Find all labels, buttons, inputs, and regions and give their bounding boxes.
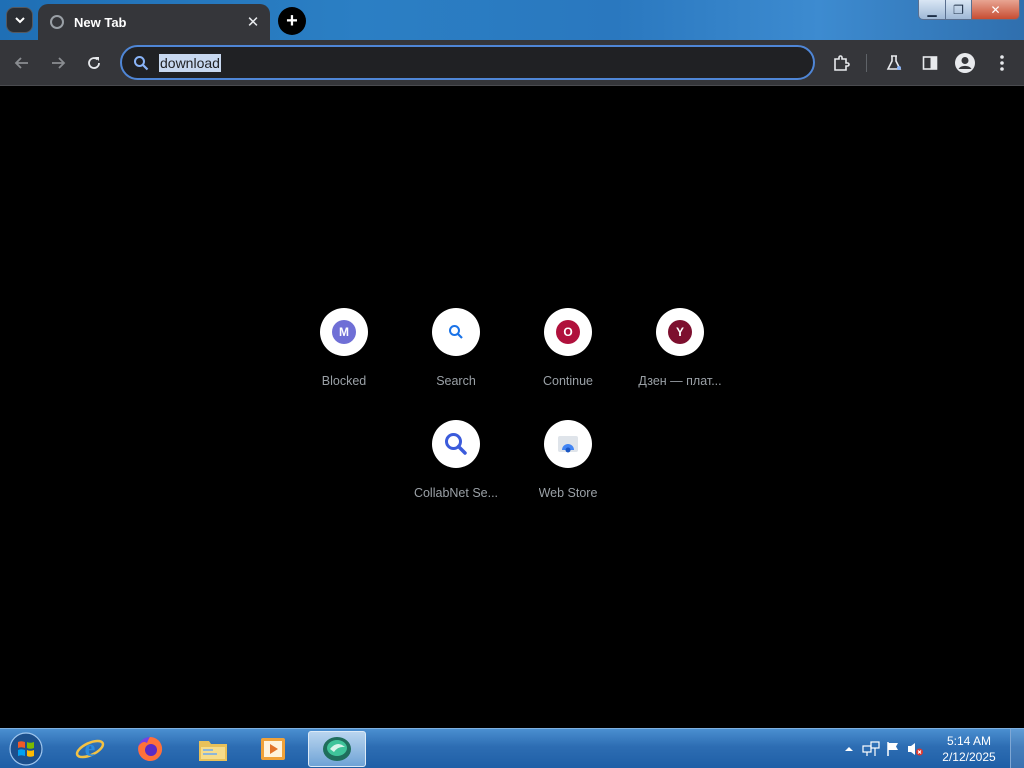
chevron-up-icon — [845, 747, 853, 751]
system-tray: 5:14 AM 2/12/2025 — [838, 729, 1024, 768]
show-desktop-button[interactable] — [1010, 729, 1024, 768]
puzzle-icon — [834, 55, 850, 71]
reload-button[interactable] — [81, 50, 107, 76]
shortcut-label: Дзен — плат... — [638, 374, 722, 388]
system-clock[interactable]: 5:14 AM 2/12/2025 — [934, 733, 1004, 765]
shortcut-label: Blocked — [321, 374, 367, 388]
side-panel-icon — [922, 56, 938, 70]
shortcut-label: Search — [436, 374, 476, 388]
media-player-icon — [261, 738, 285, 760]
close-window-button[interactable]: ✕ — [971, 0, 1019, 19]
show-hidden-icons-button[interactable] — [838, 738, 860, 760]
windows-logo-icon — [9, 732, 43, 766]
letter-m-icon: M — [332, 320, 356, 344]
letter-y-icon: Y — [668, 320, 692, 344]
tab-search-button[interactable] — [6, 7, 33, 33]
shortcut-icon-circle — [544, 420, 592, 468]
more-vert-icon — [1000, 55, 1004, 71]
screen: New Tab ✕ + ▁ ❐ ✕ download M Blocked Sea… — [0, 0, 1024, 768]
avatar-icon — [955, 53, 975, 73]
search-icon — [445, 433, 467, 455]
toolbar-divider — [866, 54, 867, 72]
minimize-button[interactable]: ▁ — [919, 0, 945, 19]
letter-o-icon: O — [556, 320, 580, 344]
labs-button[interactable] — [881, 50, 907, 76]
clock-date: 2/12/2025 — [942, 750, 996, 764]
menu-button[interactable] — [989, 50, 1015, 76]
forward-button[interactable] — [45, 50, 71, 76]
active-app-icon — [323, 737, 351, 761]
address-bar-text[interactable]: download — [159, 53, 221, 72]
shortcut-icon-circle: Y — [656, 308, 704, 356]
start-button[interactable] — [6, 730, 46, 768]
taskbar-internet-explorer[interactable]: e — [62, 731, 118, 767]
back-button[interactable] — [9, 50, 35, 76]
restore-button[interactable]: ❐ — [945, 0, 971, 19]
taskbar-media-player[interactable] — [245, 731, 301, 767]
restore-icon: ❐ — [953, 2, 964, 17]
search-icon — [131, 53, 151, 73]
taskbar-active-app[interactable] — [308, 731, 366, 767]
extensions-button[interactable] — [828, 50, 854, 76]
shortcut-web-store[interactable]: Web Store — [512, 420, 624, 520]
profile-button[interactable] — [952, 50, 978, 76]
tab-strip: New Tab ✕ + ▁ ❐ ✕ — [0, 0, 1024, 40]
volume-muted-icon[interactable] — [904, 738, 926, 760]
shortcut-continue[interactable]: O Continue — [512, 308, 624, 408]
shortcut-collabnet[interactable]: CollabNet Se... — [400, 420, 512, 520]
taskbar: e 5:14 AM 2/12/2025 — [0, 728, 1024, 768]
shortcut-icon-circle — [432, 420, 480, 468]
internet-explorer-icon: e — [75, 736, 105, 762]
file-explorer-icon — [199, 741, 227, 761]
web-store-icon — [558, 436, 578, 453]
browser-toolbar: download — [0, 40, 1024, 86]
close-icon: ✕ — [990, 2, 1001, 17]
shortcut-icon-circle — [432, 308, 480, 356]
svg-text:e: e — [85, 736, 96, 762]
arrow-left-icon — [14, 57, 28, 69]
taskbar-file-explorer[interactable] — [185, 731, 241, 767]
flask-icon — [886, 55, 902, 70]
window-controls: ▁ ❐ ✕ — [918, 0, 1020, 20]
new-tab-button[interactable]: + — [278, 7, 306, 35]
globe-icon — [50, 15, 64, 29]
shortcut-label: Web Store — [538, 486, 598, 500]
tab-close-button[interactable]: ✕ — [242, 11, 264, 33]
firefox-icon — [138, 736, 163, 761]
clock-time: 5:14 AM — [946, 734, 992, 748]
shortcut-label: CollabNet Se... — [413, 486, 499, 500]
shortcut-search[interactable]: Search — [400, 308, 512, 408]
new-tab-page: M Blocked Search O Continue Y Дзен — пла… — [0, 87, 1024, 728]
reload-icon — [88, 57, 100, 69]
taskbar-firefox[interactable] — [122, 731, 178, 767]
arrow-right-icon — [52, 57, 66, 69]
side-panel-button[interactable] — [917, 50, 943, 76]
shortcut-icon-circle: M — [320, 308, 368, 356]
chevron-down-icon — [14, 17, 25, 24]
shortcut-icon-circle: O — [544, 308, 592, 356]
minimize-icon: ▁ — [927, 2, 937, 17]
tab-new-tab[interactable]: New Tab ✕ — [38, 4, 270, 40]
action-center-flag-icon[interactable] — [882, 738, 904, 760]
address-bar[interactable]: download — [120, 45, 815, 80]
search-icon — [449, 325, 463, 339]
network-icon[interactable] — [860, 738, 882, 760]
shortcut-dzen[interactable]: Y Дзен — плат... — [624, 308, 736, 408]
shortcut-blocked[interactable]: M Blocked — [288, 308, 400, 408]
shortcut-label: Continue — [542, 374, 594, 388]
tab-title: New Tab — [74, 14, 127, 30]
